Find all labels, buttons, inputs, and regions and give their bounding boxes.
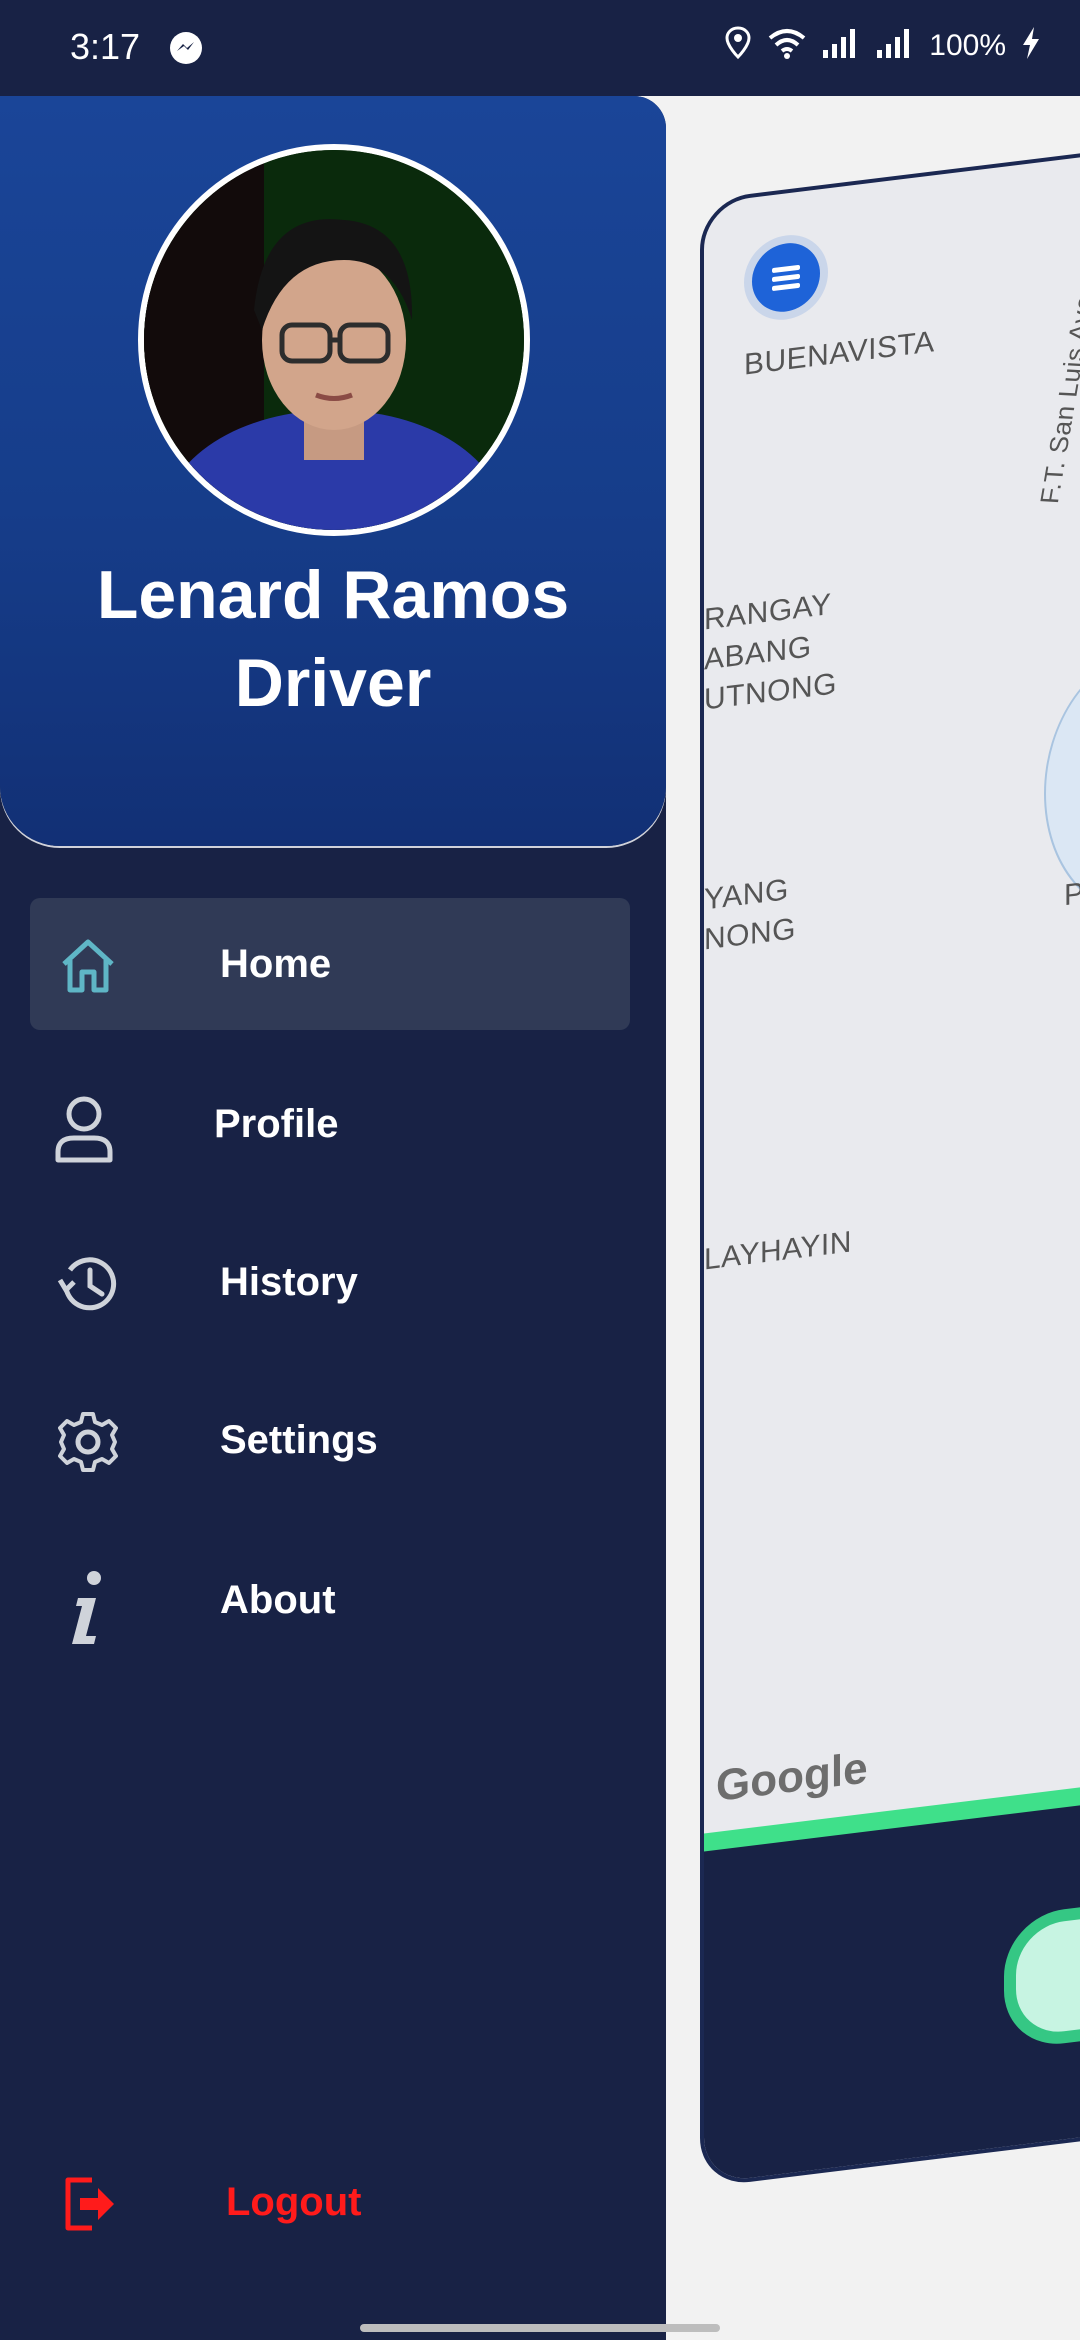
- charging-icon: [1020, 26, 1042, 65]
- user-role: Driver: [234, 645, 432, 721]
- avatar[interactable]: [138, 144, 530, 536]
- gear-icon: [56, 1410, 120, 1474]
- menu-item-profile[interactable]: Profile: [30, 1058, 630, 1190]
- logout-label: Logout: [226, 2180, 362, 2224]
- menu-icon: [772, 264, 800, 291]
- map-label: NONG: [704, 912, 796, 957]
- map-view[interactable]: BUENAVISTA F.T. San Luis Ave RANGAY ABAN…: [700, 113, 1080, 2188]
- menu-label-about: About: [220, 1578, 336, 1622]
- map-label: BUENAVISTA: [744, 325, 935, 382]
- map-label: F.T. San Luis Ave: [1034, 294, 1080, 505]
- home-icon: [56, 934, 120, 998]
- menu-label-history: History: [220, 1260, 358, 1304]
- menu-item-about[interactable]: About: [30, 1534, 630, 1666]
- location-icon: [723, 26, 753, 65]
- status-bar: 3:17 100%: [0, 0, 1080, 96]
- menu-label-settings: Settings: [220, 1418, 378, 1462]
- menu-label-profile: Profile: [214, 1102, 339, 1146]
- map-label: LAYHAYIN: [704, 1225, 852, 1277]
- status-icons: 100%: [723, 26, 1042, 65]
- avatar-photo: [144, 150, 524, 530]
- user-icon: [52, 1094, 116, 1163]
- menu-label-home: Home: [220, 942, 332, 986]
- menu-item-history[interactable]: History: [30, 1216, 630, 1348]
- map-label: ABANG: [704, 630, 812, 677]
- signal-icon: [821, 26, 861, 65]
- navigation-drawer: Lenard Ramos Driver Home Profile History…: [0, 96, 666, 2340]
- drawer-header: Lenard Ramos Driver: [0, 96, 666, 846]
- menu-item-home[interactable]: Home: [30, 898, 630, 1030]
- wifi-icon: [767, 26, 807, 65]
- logout-button[interactable]: Logout: [30, 2136, 630, 2268]
- messenger-icon: [168, 30, 204, 71]
- battery-level: 100%: [929, 28, 1006, 62]
- map-label: P: [1064, 876, 1080, 913]
- user-name: Lenard Ramos: [96, 557, 570, 633]
- info-icon: [56, 1570, 120, 1644]
- google-logo: Google: [716, 1743, 868, 1812]
- history-icon: [56, 1252, 120, 1316]
- status-time: 3:17: [70, 26, 141, 67]
- logout-icon: [56, 2172, 120, 2236]
- map-label: RANGAY: [704, 587, 832, 637]
- signal-icon: [875, 26, 915, 65]
- map-label: YANG: [704, 873, 789, 917]
- home-indicator[interactable]: [360, 2324, 720, 2332]
- map-menu-button[interactable]: [752, 239, 820, 316]
- menu-item-settings[interactable]: Settings: [30, 1374, 630, 1506]
